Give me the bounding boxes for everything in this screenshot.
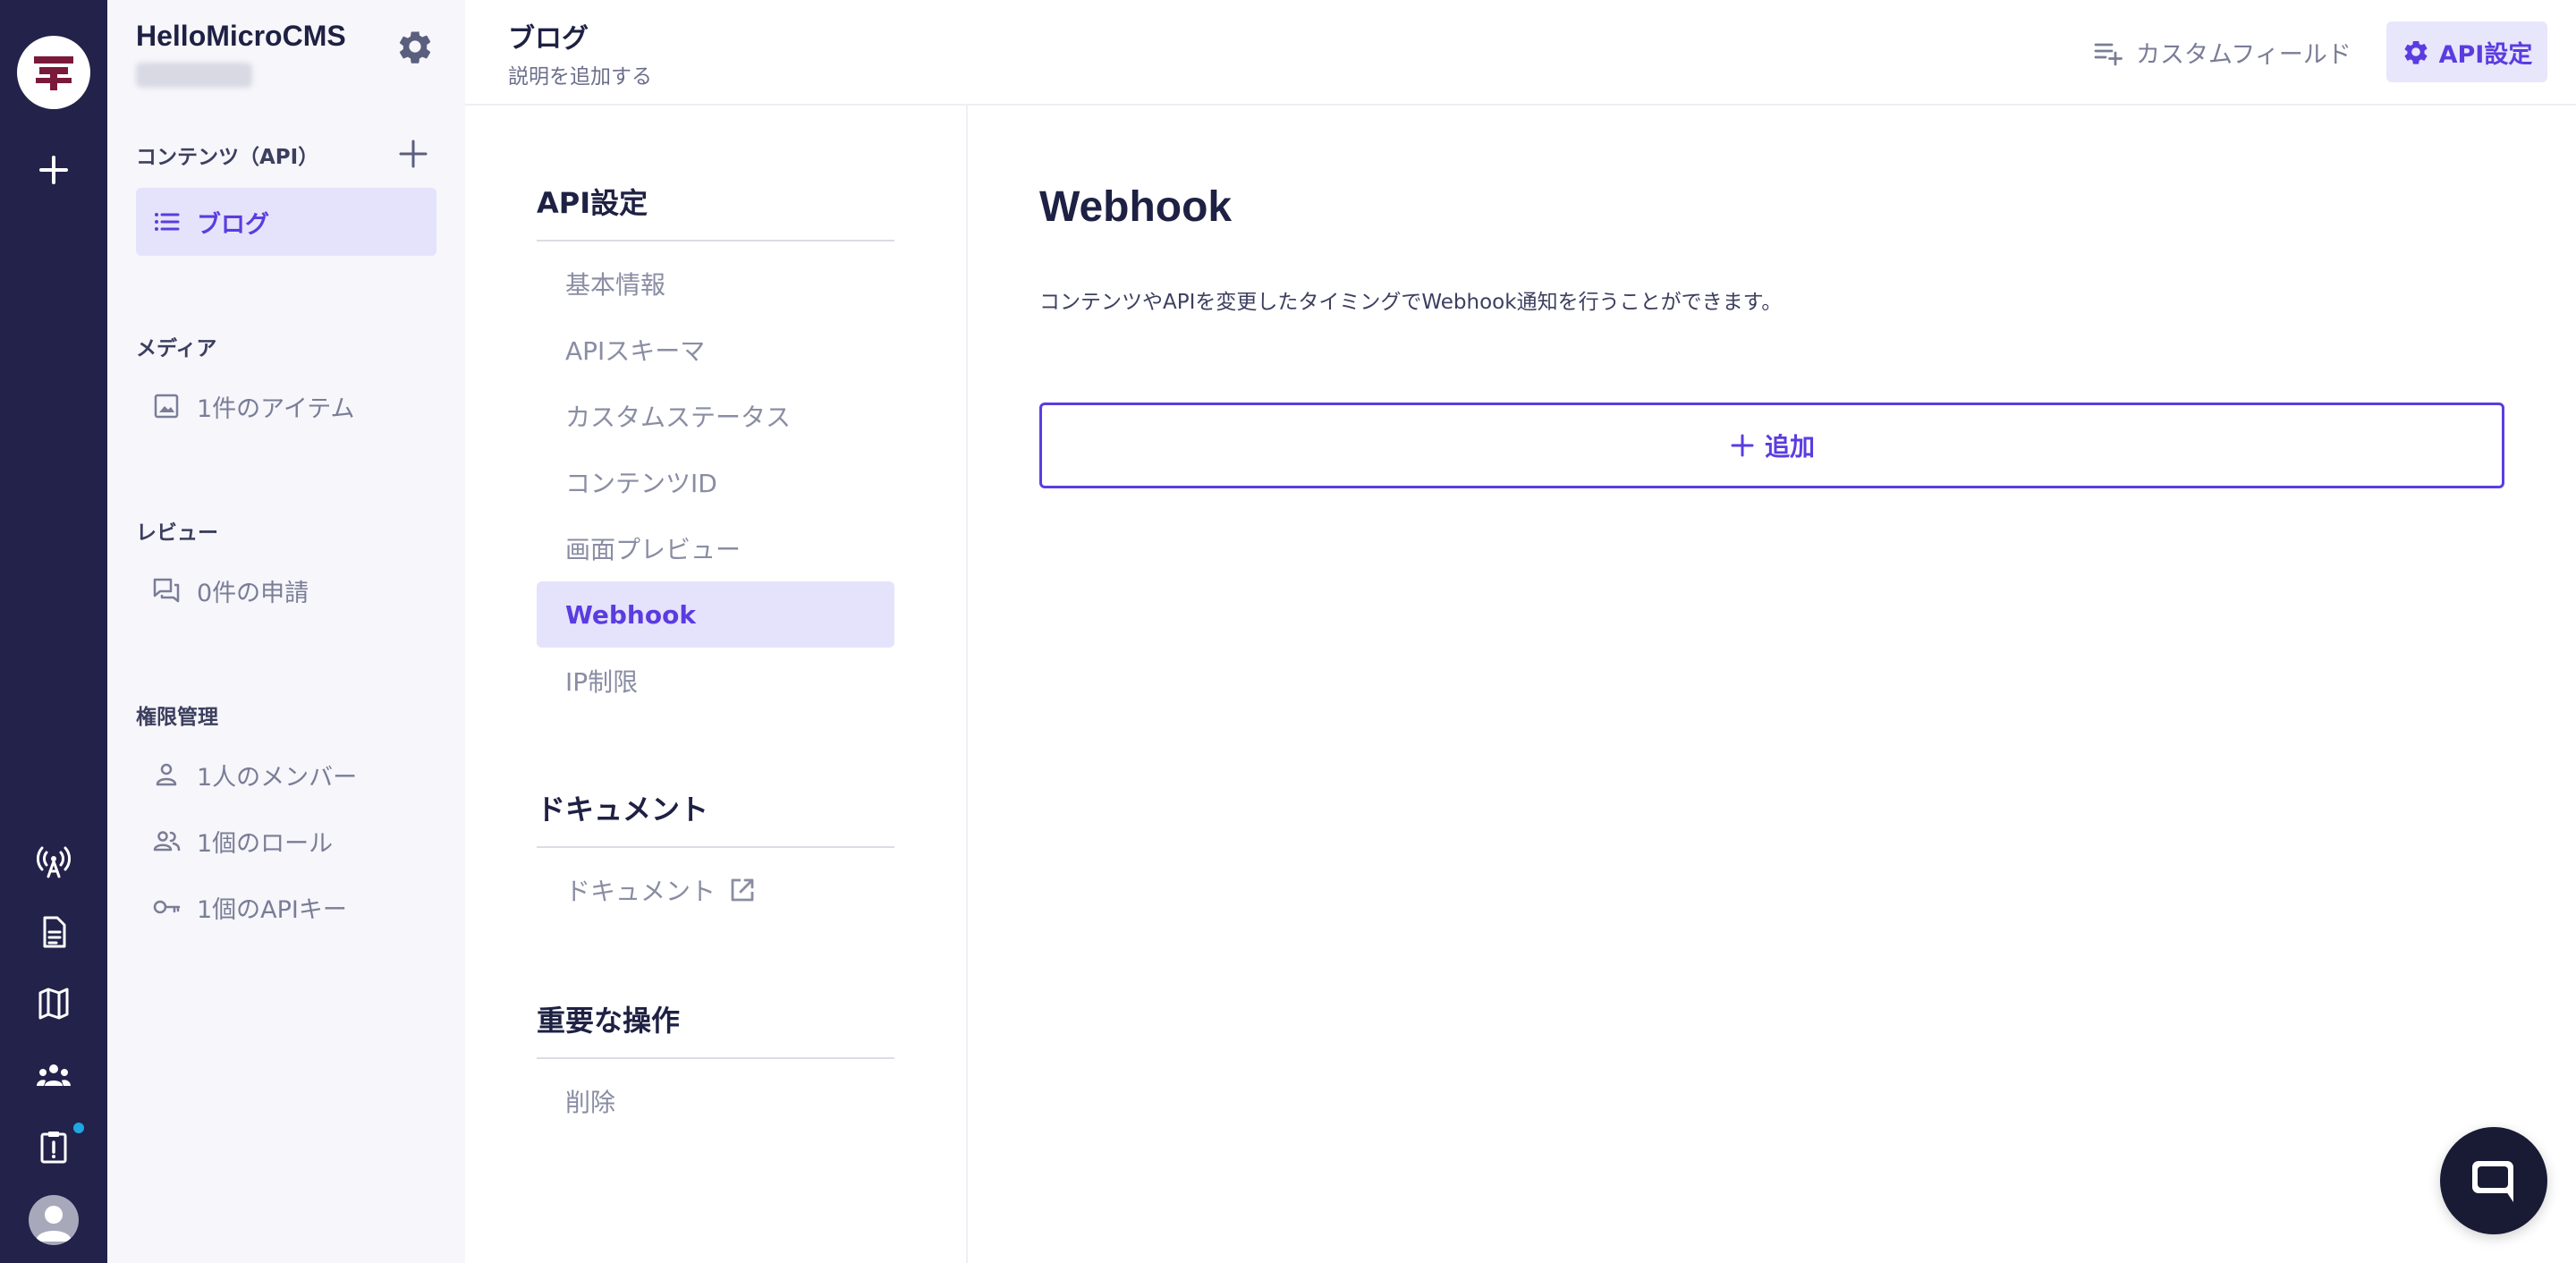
sidebar-item-label: 1人のメンバー	[197, 763, 358, 792]
menu-item-api-schema[interactable]: APIスキーマ	[537, 317, 894, 383]
sidebar-item-api-keys[interactable]: 1個のAPIキー	[136, 873, 436, 941]
add-webhook-button[interactable]: 追加	[1039, 403, 2504, 488]
settings-menu: API設定 基本情報 APIスキーマ カスタムステータス コンテンツID 画面プ…	[465, 106, 968, 1263]
menu-item-custom-status[interactable]: カスタムステータス	[537, 383, 894, 449]
webhook-description: コンテンツやAPIを変更したタイミングでWebhook通知を行うことができます。	[1039, 291, 1783, 314]
menu-item-webhook[interactable]: Webhook	[537, 581, 894, 648]
sidebar: HelloMicroCMS コンテンツ（API） ブログ メディア 1件のアイテ…	[107, 0, 465, 1263]
external-link-icon	[731, 878, 754, 902]
notification-dot	[73, 1123, 84, 1133]
page-title: ブログ	[508, 23, 589, 55]
permissions-section-label: 権限管理	[136, 706, 218, 729]
api-settings-heading: API設定	[537, 181, 894, 242]
menu-item-content-id[interactable]: コンテンツID	[537, 449, 894, 515]
antenna-icon[interactable]	[36, 844, 72, 880]
sidebar-item-roles[interactable]: 1個のロール	[136, 807, 436, 875]
menu-item-delete[interactable]: 削除	[537, 1068, 894, 1134]
sidebar-item-media[interactable]: 1件のアイテム	[136, 372, 436, 440]
document-link-label: ドキュメント	[565, 877, 716, 906]
playlist-add-icon	[2094, 43, 2123, 66]
service-logo[interactable]	[17, 36, 90, 109]
custom-field-button[interactable]: カスタムフィールド	[2093, 30, 2351, 73]
menu-item-document[interactable]: ドキュメント	[537, 857, 894, 923]
app-rail	[0, 0, 107, 1263]
add-content-icon[interactable]	[395, 136, 431, 172]
chat-support-button[interactable]	[2440, 1127, 2547, 1234]
sidebar-item-label: 1件のアイテム	[197, 394, 355, 423]
contents-section-label: コンテンツ（API）	[136, 146, 319, 169]
sidebar-item-label: ブログ	[197, 210, 269, 239]
menu-item-basic-info[interactable]: 基本情報	[537, 250, 894, 317]
avatar-icon	[36, 1206, 72, 1242]
image-icon	[154, 394, 179, 419]
logo-icon	[34, 56, 73, 90]
user-avatar[interactable]	[29, 1195, 79, 1245]
sidebar-item-blog[interactable]: ブログ	[136, 188, 436, 256]
person-icon	[156, 763, 177, 786]
sidebar-item-label: 0件の申請	[197, 579, 309, 607]
danger-heading: 重要な操作	[537, 998, 894, 1059]
media-section-label: メディア	[136, 337, 217, 360]
menu-item-screen-preview[interactable]: 画面プレビュー	[537, 515, 894, 581]
gear-icon	[2404, 40, 2428, 64]
forum-icon	[153, 578, 180, 603]
sidebar-item-members[interactable]: 1人のメンバー	[136, 741, 436, 809]
sidebar-item-label: 1個のAPIキー	[197, 895, 347, 924]
people-icon	[153, 831, 181, 852]
chat-icon	[2472, 1161, 2513, 1202]
clipboard-alert-icon[interactable]	[36, 1129, 72, 1165]
api-settings-label: API設定	[2438, 40, 2533, 69]
page-header: ブログ 説明を追加する カスタムフィールド API設定	[465, 0, 2576, 106]
webhook-heading: Webhook	[1039, 183, 1233, 231]
review-section-label: レビュー	[136, 521, 218, 545]
custom-field-label: カスタムフィールド	[2136, 40, 2351, 69]
service-id-blurred	[136, 63, 252, 88]
menu-item-ip-restriction[interactable]: IP制限	[537, 648, 894, 714]
api-settings-button[interactable]: API設定	[2386, 21, 2547, 82]
sidebar-item-label: 1個のロール	[197, 829, 334, 858]
list-icon	[155, 213, 180, 231]
sidebar-item-review[interactable]: 0件の申請	[136, 556, 436, 624]
add-service-icon[interactable]	[36, 152, 72, 188]
gear-icon[interactable]	[395, 27, 435, 66]
service-name: HelloMicroCMS	[136, 20, 346, 52]
document-icon[interactable]	[36, 914, 72, 950]
key-icon	[153, 900, 181, 914]
add-webhook-label: 追加	[1764, 432, 1815, 462]
team-icon[interactable]	[36, 1057, 72, 1093]
add-description-link[interactable]: 説明を追加する	[508, 59, 652, 89]
map-icon[interactable]	[36, 986, 72, 1021]
main-content: Webhook コンテンツやAPIを変更したタイミングでWebhook通知を行う…	[968, 106, 2576, 1263]
document-heading: ドキュメント	[537, 787, 894, 848]
plus-icon	[1731, 434, 1754, 457]
